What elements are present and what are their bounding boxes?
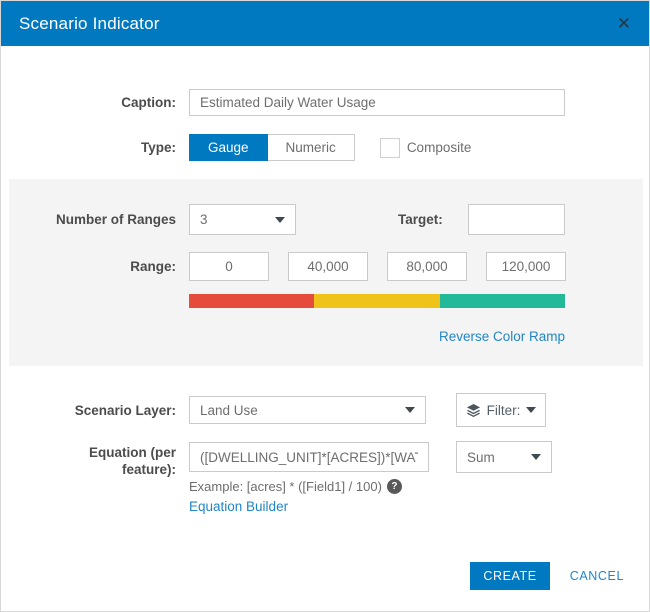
reverse-color-ramp-wrap: Reverse Color Ramp [189, 328, 565, 346]
chevron-down-icon [531, 454, 541, 460]
reverse-color-ramp-link[interactable]: Reverse Color Ramp [439, 329, 565, 344]
composite-label: Composite [406, 140, 472, 155]
dialog-header: Scenario Indicator ✕ [1, 1, 649, 46]
composite-checkbox[interactable] [379, 137, 400, 158]
cancel-button[interactable]: CANCEL [570, 569, 624, 583]
dialog-title: Scenario Indicator [19, 13, 160, 33]
range-input-3[interactable] [387, 252, 467, 281]
color-ramp-segment-yellow [314, 294, 440, 308]
equation-label: Equation (per feature): [89, 445, 176, 477]
caption-row: Caption: [1, 89, 649, 116]
scenario-layer-row: Scenario Layer: Land Use Filter: [1, 393, 649, 427]
equation-row: Equation (per feature): Sum Example: [ac… [1, 441, 649, 516]
equation-builder-link[interactable]: Equation Builder [189, 499, 288, 514]
equation-content: Sum Example: [acres] * ([Field1] / 100) … [189, 441, 552, 516]
color-ramp [189, 294, 565, 308]
caption-input[interactable] [189, 89, 565, 116]
number-of-ranges-label: Number of Ranges [55, 212, 176, 227]
scenario-layer-value: Land Use [200, 402, 258, 418]
equation-example-text: Example: [acres] * ([Field1] / 100) [189, 479, 382, 494]
filter-button[interactable]: Filter: [456, 393, 546, 427]
number-of-ranges-row: Number of Ranges 3 Target: [9, 204, 643, 235]
close-icon[interactable]: ✕ [617, 15, 631, 32]
type-label: Type: [140, 140, 176, 155]
create-button[interactable]: CREATE [470, 562, 550, 590]
equation-input[interactable] [189, 442, 429, 472]
range-label: Range: [130, 259, 176, 274]
scenario-layer-label: Scenario Layer: [74, 402, 176, 418]
number-of-ranges-select[interactable]: 3 [189, 204, 296, 235]
equation-example: Example: [acres] * ([Field1] / 100) ? [189, 479, 552, 494]
scenario-indicator-dialog: Scenario Indicator ✕ Caption: Type: Gaug… [0, 0, 650, 612]
ranges-panel: Number of Ranges 3 Target: Range: Revers [9, 179, 643, 366]
aggregation-select[interactable]: Sum [456, 441, 552, 473]
scenario-layer-select[interactable]: Land Use [189, 396, 426, 424]
target-label: Target: [398, 212, 443, 227]
type-toggle: Gauge Numeric [189, 134, 355, 161]
chevron-down-icon [405, 407, 415, 413]
range-row: Range: [9, 252, 643, 281]
caption-label: Caption: [121, 95, 176, 110]
number-of-ranges-value: 3 [200, 212, 208, 227]
layers-icon [466, 403, 481, 418]
range-input-4[interactable] [486, 252, 566, 281]
type-row: Type: Gauge Numeric Composite [1, 134, 649, 161]
range-inputs [189, 252, 566, 281]
range-input-2[interactable] [288, 252, 368, 281]
aggregation-value: Sum [467, 449, 495, 465]
dialog-footer: CREATE CANCEL [470, 562, 624, 590]
filter-label: Filter: [486, 402, 521, 418]
color-ramp-segment-red [189, 294, 315, 308]
color-ramp-segment-green [439, 294, 565, 308]
type-gauge-button[interactable]: Gauge [189, 134, 268, 161]
target-input[interactable] [467, 204, 565, 235]
chevron-down-icon [275, 216, 285, 223]
type-numeric-button[interactable]: Numeric [267, 134, 355, 161]
range-input-1[interactable] [189, 252, 269, 281]
help-icon[interactable]: ? [386, 479, 402, 494]
chevron-down-icon [526, 407, 537, 413]
